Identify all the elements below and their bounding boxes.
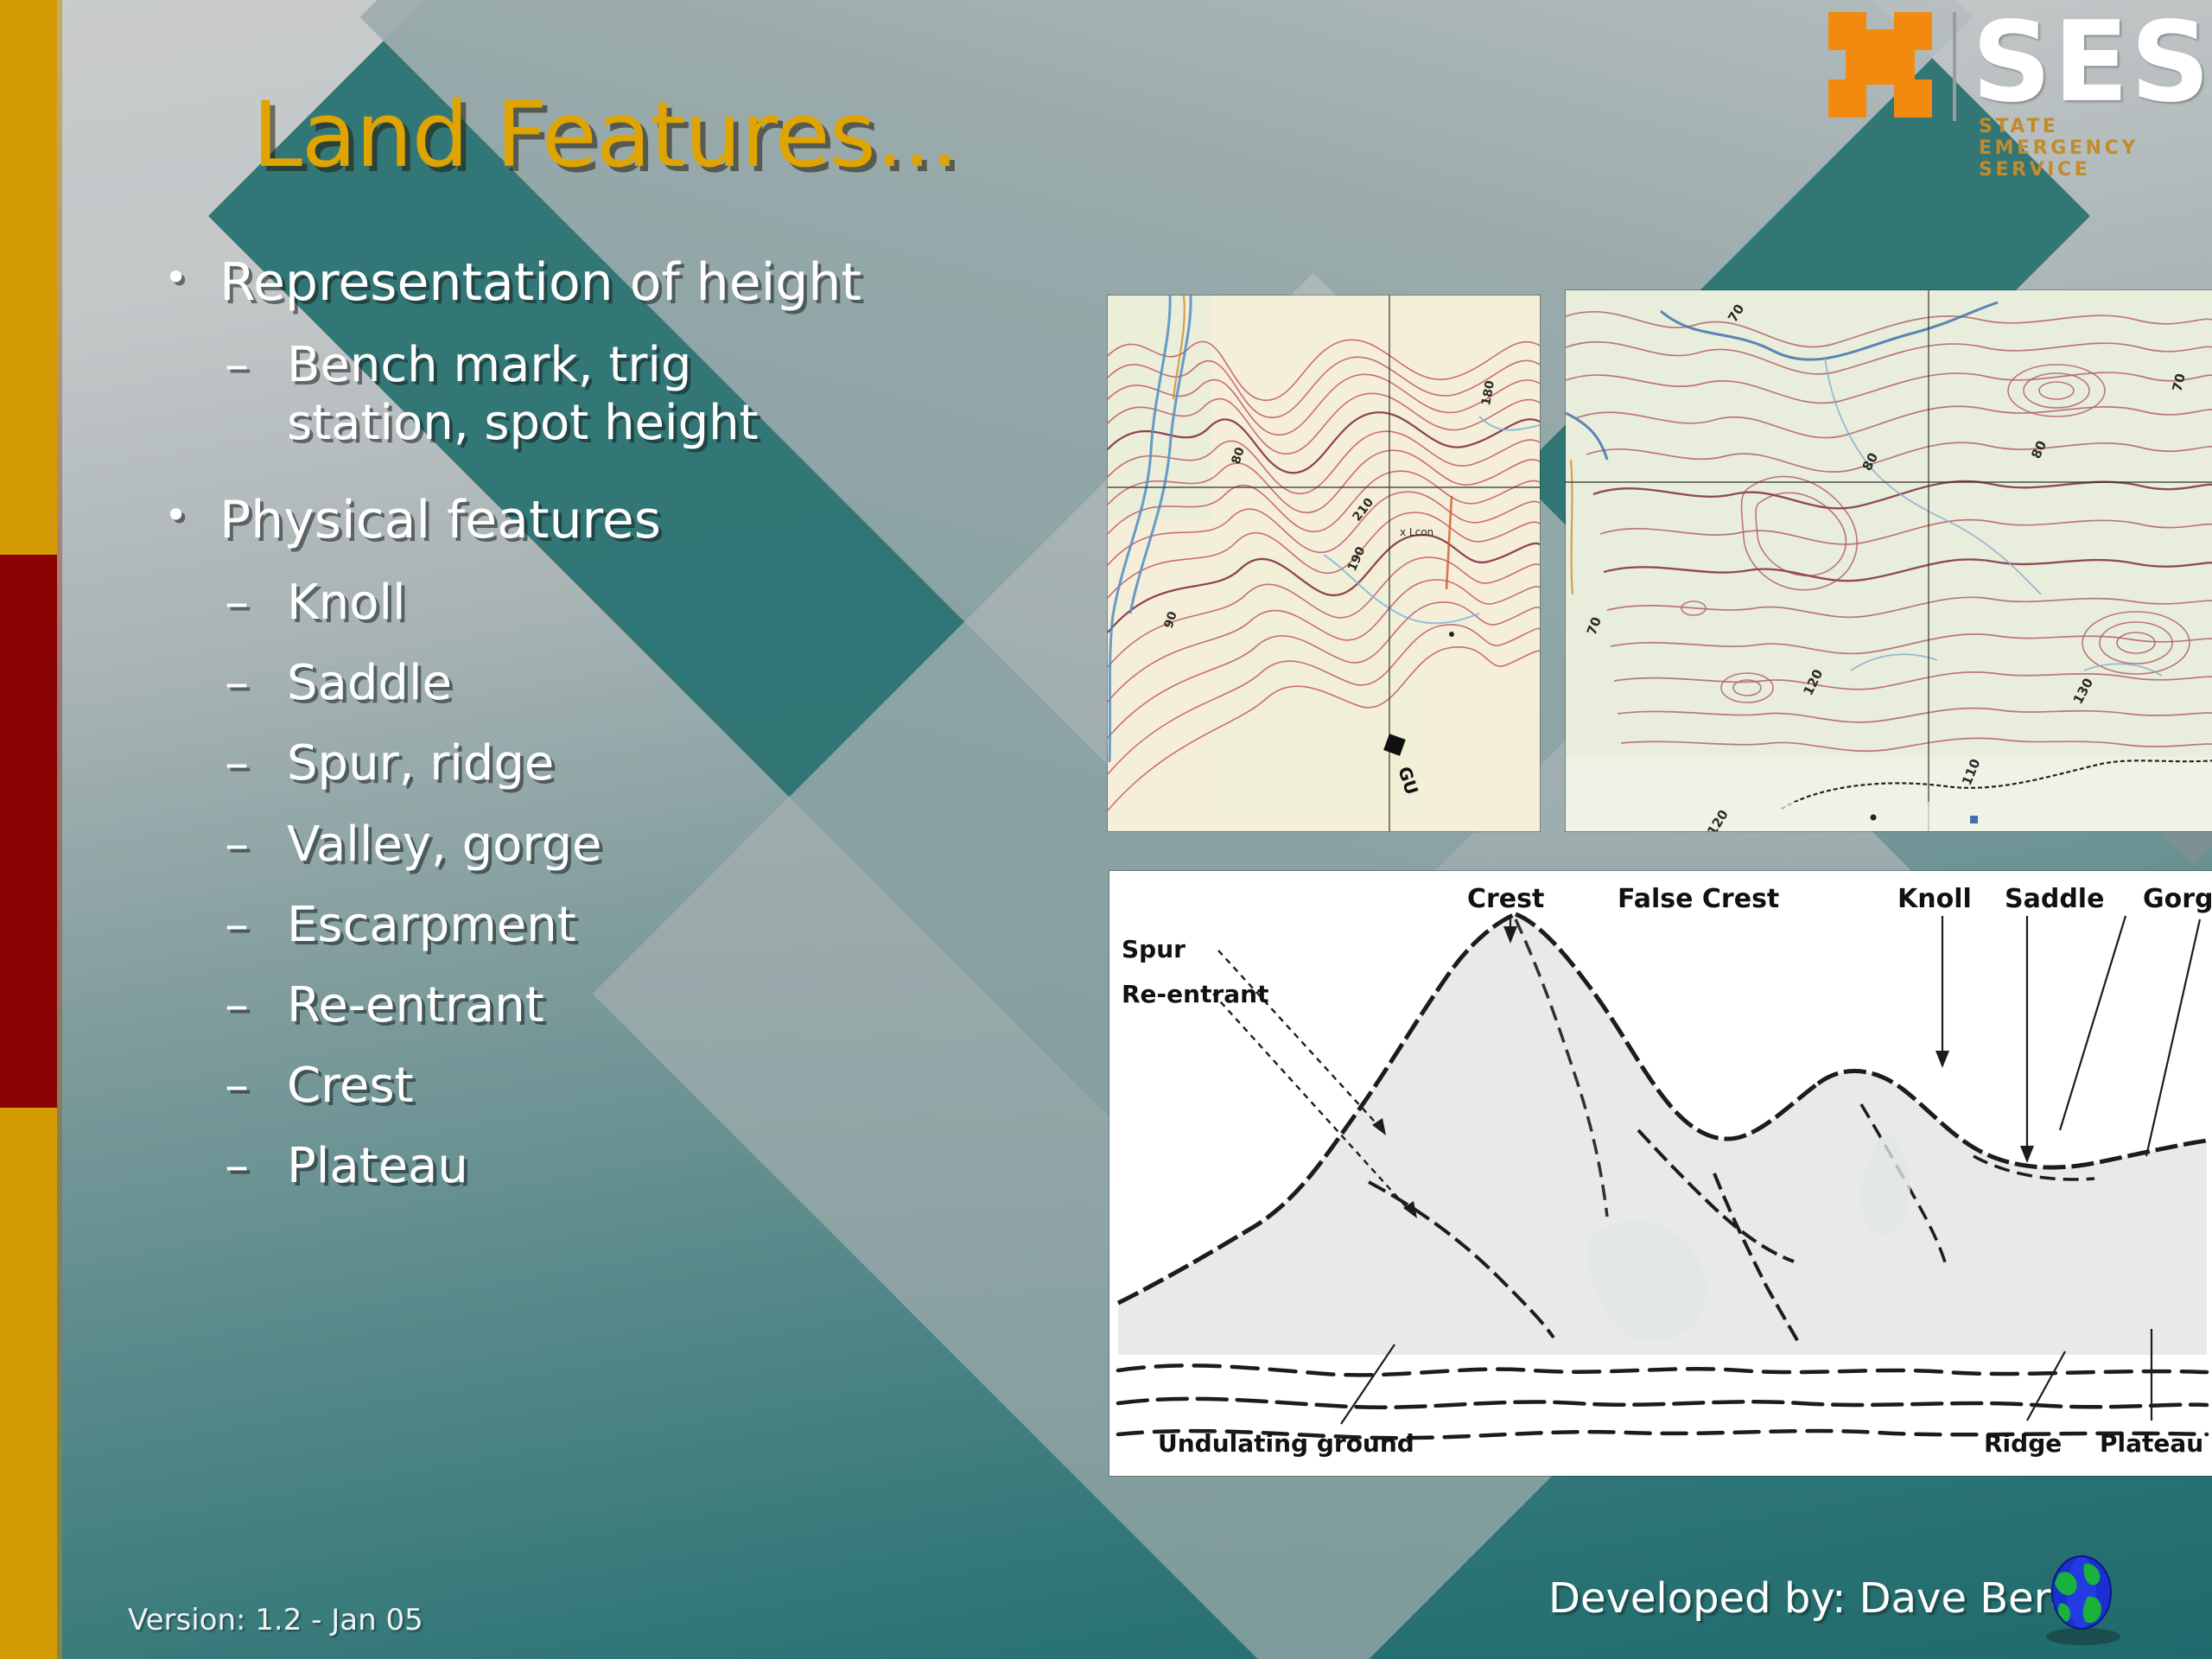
bullet-dash-icon: – bbox=[225, 1138, 249, 1195]
color-bar-red-middle bbox=[0, 555, 57, 1108]
terrain-label-ridge: Ridge bbox=[1984, 1429, 2062, 1458]
bullet-knoll: – Knoll bbox=[225, 574, 1097, 632]
bullet-label: Re-entrant bbox=[287, 976, 544, 1033]
bullet-label: Bench mark, trig station, spot height bbox=[287, 336, 759, 451]
bullet-label: Crest bbox=[287, 1058, 414, 1115]
terrain-label-knoll: Knoll bbox=[1897, 884, 1972, 914]
bullet-physical-features: • Physical features bbox=[164, 490, 1097, 551]
terrain-diagram-image: Crest False Crest Knoll Saddle Gorge Spu… bbox=[1109, 871, 2212, 1476]
terrain-label-spur: Spur bbox=[1122, 935, 1185, 963]
topographic-map-right-image: 70 80 80 70 120 130 120 110 70 bbox=[1566, 290, 2212, 831]
bullet-dash-icon: – bbox=[225, 655, 249, 712]
bullet-escarpment: – Escarpment bbox=[225, 896, 1097, 954]
bullet-dash-icon: – bbox=[225, 896, 249, 953]
slide-title: Land Features... bbox=[252, 82, 959, 188]
bullet-plateau: – Plateau bbox=[225, 1137, 1097, 1195]
bullet-valley-gorge: – Valley, gorge bbox=[225, 816, 1097, 874]
svg-text:x Lcon: x Lcon bbox=[1400, 526, 1433, 538]
bullet-dash-icon: – bbox=[225, 574, 249, 631]
bullet-spur-ridge: – Spur, ridge bbox=[225, 734, 1097, 792]
bullet-crest: – Crest bbox=[225, 1057, 1097, 1115]
left-color-bar bbox=[0, 0, 57, 1659]
logo-divider bbox=[1953, 12, 1956, 121]
terrain-label-saddle: Saddle bbox=[2005, 884, 2104, 914]
bullet-representation-of-height: • Representation of height bbox=[164, 252, 1097, 314]
bullet-label: Representation of height bbox=[219, 252, 861, 313]
bullet-dash-icon: – bbox=[225, 816, 249, 873]
ses-wordmark: SES bbox=[1972, 0, 2212, 127]
bullet-saddle: – Saddle bbox=[225, 654, 1097, 712]
bullet-bench-mark-trig-station-spot-height: – Bench mark, trig station, spot height bbox=[225, 336, 1097, 452]
ses-logo: SES STATE EMERGENCY SERVICE bbox=[1823, 0, 2210, 181]
color-bar-gold-top bbox=[0, 0, 57, 555]
color-bar-gold-bottom bbox=[0, 1108, 57, 1659]
terrain-label-undulating-ground: Undulating ground bbox=[1158, 1429, 1414, 1458]
terrain-label-re-entrant: Re-entrant bbox=[1122, 980, 1269, 1008]
developed-by-text: Developed by: Dave Bere bbox=[1548, 1574, 2075, 1623]
version-text: Version: 1.2 - Jan 05 bbox=[128, 1603, 423, 1637]
bullet-label: Plateau bbox=[287, 1138, 468, 1195]
bullet-label: Spur, ridge bbox=[287, 735, 555, 792]
bullet-list: • Representation of height – Bench mark,… bbox=[164, 252, 1097, 1202]
bullet-dash-icon: – bbox=[225, 1058, 249, 1115]
ses-pinwheel-icon bbox=[1828, 12, 1932, 118]
bullet-dot-icon: • bbox=[164, 492, 188, 539]
globe-shadow bbox=[2046, 1628, 2120, 1645]
ses-tagline: STATE EMERGENCY SERVICE bbox=[1979, 116, 2139, 181]
terrain-label-gorge: Gorge bbox=[2143, 884, 2212, 914]
bullet-dash-icon: – bbox=[225, 735, 249, 792]
bullet-dot-icon: • bbox=[164, 254, 188, 301]
terrain-label-crest: Crest bbox=[1467, 884, 1544, 914]
bullet-label: Escarpment bbox=[287, 896, 576, 953]
bullet-label: Saddle bbox=[287, 655, 452, 712]
globe-icon bbox=[2050, 1555, 2113, 1630]
bullet-label: Valley, gorge bbox=[287, 816, 602, 873]
terrain-label-false-crest: False Crest bbox=[1618, 884, 1779, 914]
bullet-label: Physical features bbox=[219, 490, 662, 551]
terrain-label-plateau: Plateau bbox=[2100, 1429, 2203, 1458]
bullet-dash-icon: – bbox=[225, 336, 249, 393]
topographic-map-left-image: 80 90 210 190 180 x Lcon GU bbox=[1108, 296, 1540, 831]
bullet-label: Knoll bbox=[287, 574, 406, 631]
presentation-slide: Land Features... • Representation of hei… bbox=[0, 0, 2212, 1659]
left-color-bar-highlight bbox=[57, 0, 62, 1659]
bullet-dash-icon: – bbox=[225, 976, 249, 1033]
bullet-re-entrant: – Re-entrant bbox=[225, 976, 1097, 1034]
